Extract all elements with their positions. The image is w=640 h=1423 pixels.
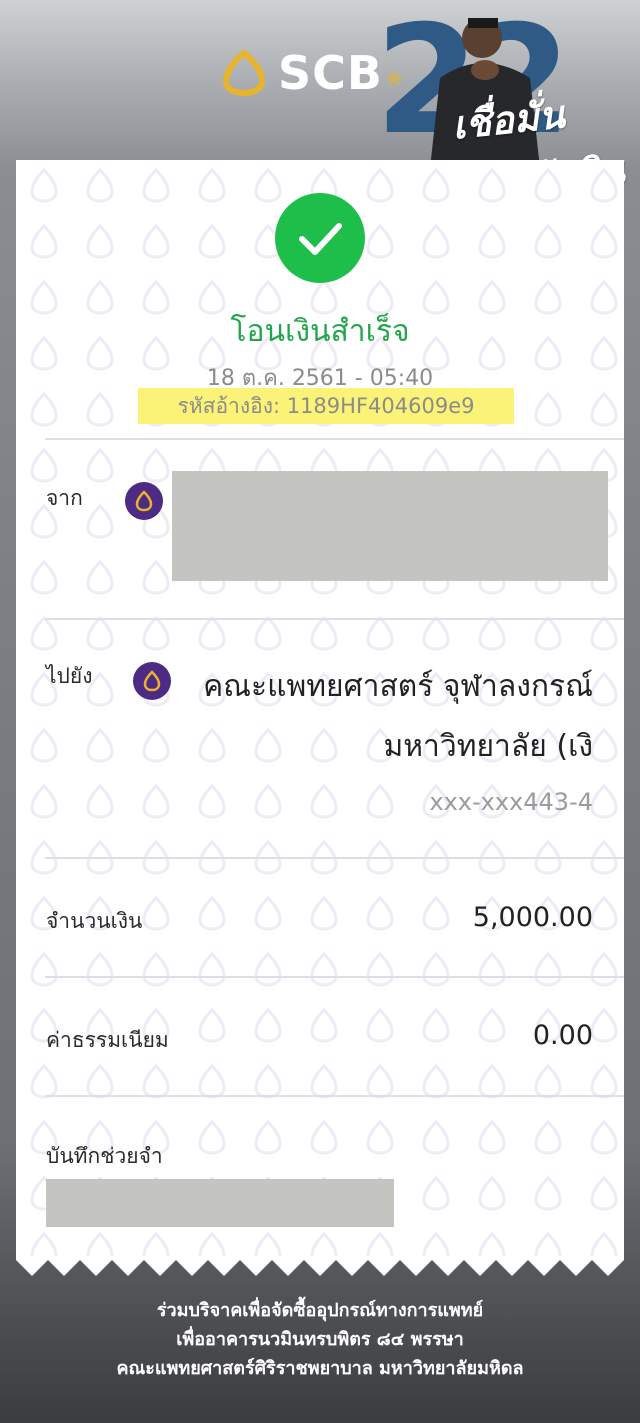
footer-line-3: คณะแพทยศาสตร์ศิริราชพยาบาล มหาวิทยาลัยมห… — [116, 1358, 524, 1379]
receipt-card: โอนเงินสำเร็จ 18 ต.ค. 2561 - 05:40 รหัสอ… — [16, 160, 624, 1260]
reference-number: รหัสอ้างอิง: 1189HF404609e9 — [138, 388, 514, 424]
scb-logo-icon — [222, 49, 266, 97]
scb-bank-icon — [133, 662, 171, 700]
redacted-memo — [46, 1179, 394, 1227]
fee-value: 0.00 — [532, 1020, 593, 1051]
success-check-icon — [275, 193, 365, 283]
status-title: โอนเงินสำเร็จ — [230, 314, 410, 349]
brand-name: SCB — [278, 46, 383, 100]
amount-value: 5,000.00 — [472, 902, 593, 933]
divider — [45, 618, 624, 620]
recipient-account: xxx-xxx443-4 — [429, 788, 593, 816]
from-label: จาก — [46, 486, 83, 510]
divider — [45, 1095, 624, 1097]
divider — [45, 438, 624, 440]
fee-label: ค่าธรรมเนียม — [46, 1028, 169, 1052]
divider — [45, 976, 624, 978]
donation-footer: ร่วมบริจาคเพื่อจัดซื้ออุปกรณ์ทางการแพทย์… — [0, 1296, 640, 1383]
header-banner: 22 เชื่อมั่น กล้าตัดสิน SCB ✳ — [0, 0, 640, 208]
footer-line-2: เพื่ออาคารนวมินทรบพิตร ๘๔ พรรษา — [176, 1329, 464, 1350]
divider — [45, 857, 624, 859]
reference-text: รหัสอ้างอิง: 1189HF404609e9 — [177, 393, 475, 418]
to-label: ไปยัง — [46, 664, 93, 688]
scb-bank-icon — [125, 482, 163, 520]
footer-line-1: ร่วมบริจาคเพื่อจัดซื้ออุปกรณ์ทางการแพทย์ — [156, 1300, 484, 1321]
memo-label: บันทึกช่วยจำ — [46, 1144, 163, 1168]
recipient-name-line2: มหาวิทยาลัย (เงิ — [383, 729, 593, 764]
redacted-sender — [172, 471, 608, 581]
amount-label: จำนวนเงิน — [46, 909, 143, 933]
recipient-name-line1: คณะแพทยศาสตร์ จุฬาลงกรณ์ — [203, 669, 593, 704]
receipt-torn-edge — [16, 1256, 624, 1276]
scb-logo: SCB ✳ — [218, 46, 403, 100]
sparkle-icon: ✳ — [384, 67, 404, 93]
